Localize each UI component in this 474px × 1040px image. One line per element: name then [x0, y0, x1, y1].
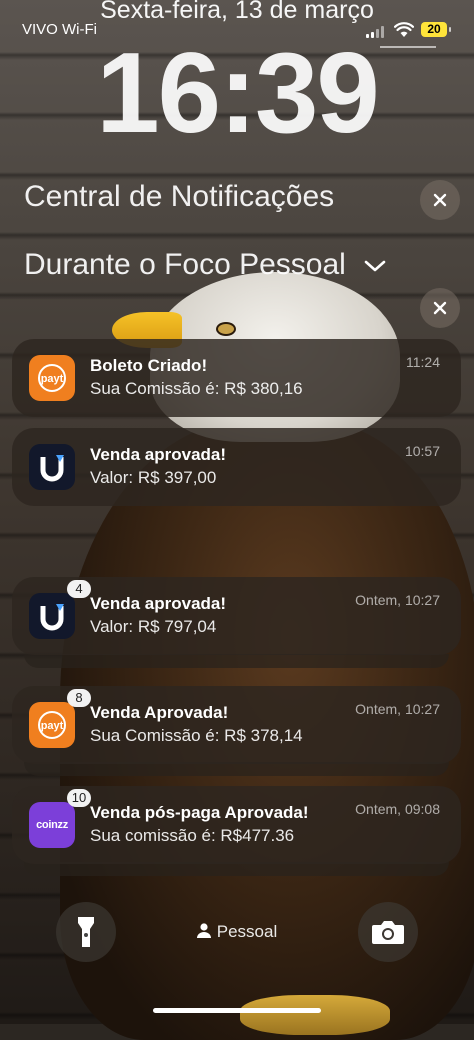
notification-stack-shadow	[24, 762, 449, 776]
home-indicator[interactable]	[153, 1008, 321, 1013]
focus-section-title: Durante o Foco Pessoal	[24, 248, 346, 281]
svg-text:payt: payt	[41, 373, 64, 385]
notification-stack[interactable]: 4 Venda aprovada! Valor: R$ 797,04 Ontem…	[12, 577, 461, 655]
chevron-down-icon	[364, 260, 386, 272]
notification-time: 10:57	[404, 443, 440, 459]
focus-mode-label: Pessoal	[216, 922, 278, 941]
person-icon	[196, 923, 211, 938]
notification-center-title: Central de Notificações	[24, 180, 335, 213]
notification-body: Valor: R$ 797,04	[90, 617, 217, 636]
payt-icon: payt	[29, 355, 75, 401]
notification-card[interactable]: Venda aprovada! Valor: R$ 397,00 10:57	[12, 428, 461, 506]
notification-count-badge: 10	[67, 789, 91, 807]
svg-text:payt: payt	[41, 720, 64, 732]
notification-title: Venda aprovada!	[90, 445, 227, 464]
focus-section-header[interactable]: Durante o Foco Pessoal	[24, 248, 386, 282]
notification-count-badge: 8	[67, 689, 91, 707]
coinzz-icon: coinzz	[29, 802, 75, 848]
camera-icon	[372, 921, 404, 944]
notification-time: Ontem, 10:27	[355, 592, 440, 608]
close-icon	[433, 301, 447, 315]
close-icon	[433, 193, 447, 207]
u-app-icon	[29, 444, 75, 490]
notification-title: Venda aprovada!	[90, 594, 227, 613]
notification-stack[interactable]: payt 8 Venda Aprovada! Sua Comissão é: R…	[12, 686, 461, 764]
notification-title: Venda Aprovada!	[90, 703, 229, 722]
notification-card[interactable]: payt Boleto Criado! Sua Comissão é: R$ 3…	[12, 339, 461, 417]
camera-button[interactable]	[358, 902, 418, 962]
notification-body: Valor: R$ 397,00	[90, 468, 217, 487]
notification-body: Sua Comissão é: R$ 378,14	[90, 726, 303, 745]
coinzz-icon-text: coinzz	[36, 819, 68, 831]
notification-stack[interactable]: coinzz 10 Venda pós-paga Aprovada! Sua c…	[12, 786, 461, 864]
wallpaper-eagle-eye	[218, 324, 234, 334]
lock-clock: 16:39	[96, 30, 380, 157]
notification-count-badge: 4	[67, 580, 91, 598]
payt-icon: payt	[29, 702, 75, 748]
notification-stack-shadow	[24, 654, 449, 668]
notification-title: Venda pós-paga Aprovada!	[90, 803, 309, 822]
notification-time: Ontem, 09:08	[355, 801, 440, 817]
clear-notifications-button[interactable]	[420, 180, 460, 220]
notification-time: Ontem, 10:27	[355, 701, 440, 717]
notification-body: Sua Comissão é: R$ 380,16	[90, 379, 303, 398]
notification-stack-shadow	[24, 862, 449, 876]
u-app-icon	[29, 593, 75, 639]
clear-focus-notifications-button[interactable]	[420, 288, 460, 328]
notification-title: Boleto Criado!	[90, 356, 208, 375]
notification-body: Sua comissão é: R$477.36	[90, 826, 295, 845]
notification-time: 11:24	[406, 354, 440, 370]
wallpaper-eagle-foot	[240, 995, 390, 1035]
